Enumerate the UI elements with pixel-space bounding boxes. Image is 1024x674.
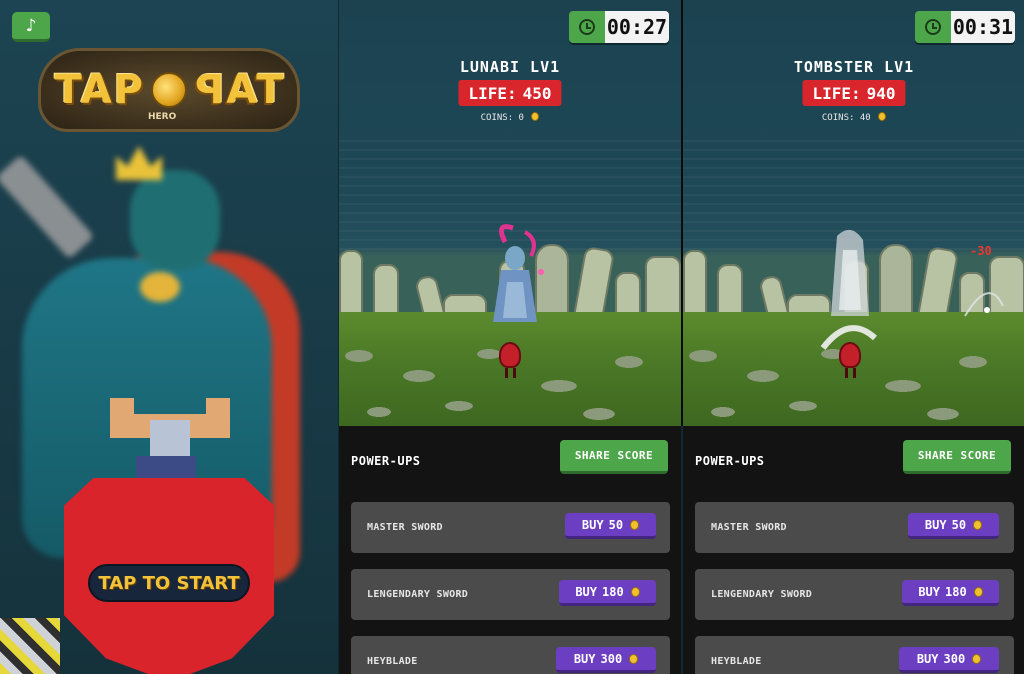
enemy-tombster[interactable]	[823, 226, 879, 326]
game-panel-tombster: -30 00:31 TOMBSTER LV1 LIFE: 940 COINS: …	[683, 0, 1024, 674]
buy-label: BUY	[916, 651, 939, 666]
coin-icon	[629, 653, 639, 664]
statue	[879, 244, 913, 320]
powerup-name: LENGENDARY SWORD	[367, 589, 469, 600]
coins-counter: COINS: 40	[683, 112, 1024, 123]
coin-icon	[531, 112, 540, 121]
logo-text-left: TAP	[54, 67, 145, 113]
countdown-timer: 00:27	[569, 11, 669, 43]
tombstone	[916, 245, 960, 323]
coin-icon	[972, 653, 982, 664]
music-toggle-button[interactable]: ♪	[12, 12, 50, 42]
price-value: 300	[600, 651, 623, 666]
powerup-item-lengendary-sword: LENGENDARY SWORD BUY 180	[351, 569, 670, 620]
powerup-item-master-sword: MASTER SWORD BUY 50	[351, 502, 670, 553]
share-score-button[interactable]: SHARE SCORE	[560, 440, 668, 474]
price-value: 50	[608, 517, 624, 532]
player-leg	[505, 368, 508, 378]
price-value: 180	[945, 584, 967, 599]
buy-master-sword-button[interactable]: BUY 50	[908, 513, 999, 539]
coin-icon	[878, 112, 887, 121]
coin-icon	[630, 519, 640, 530]
pixel-sword-guard	[110, 398, 230, 458]
buy-heyblade-button[interactable]: BUY 300	[899, 647, 999, 673]
buy-lengendary-sword-button[interactable]: BUY 180	[559, 580, 656, 606]
title-screen[interactable]: ♪ TAP TAP HERO TAP TO START	[0, 0, 338, 674]
buy-master-sword-button[interactable]: BUY 50	[565, 513, 656, 539]
powerups-title: POWER-UPS	[695, 454, 765, 468]
logo-text-right: TAP	[193, 67, 284, 113]
buy-label: BUY	[573, 651, 596, 666]
price-value: 180	[602, 584, 624, 599]
coins-value: 0	[518, 113, 524, 123]
share-score-button[interactable]: SHARE SCORE	[903, 440, 1011, 474]
player-character	[499, 342, 521, 368]
player-leg	[853, 368, 856, 378]
life-label: LIFE:	[468, 83, 517, 103]
coins-label: COINS:	[821, 113, 855, 123]
powerup-name: HEYBLADE	[711, 656, 762, 667]
buy-label: BUY	[581, 517, 604, 532]
life-badge: LIFE: 940	[802, 80, 906, 106]
countdown-timer: 00:31	[915, 11, 1015, 43]
powerup-item-heyblade: HEYBLADE BUY 300	[351, 636, 670, 674]
powerup-item-lengendary-sword: LENGENDARY SWORD BUY 180	[695, 569, 1014, 620]
buy-lengendary-sword-button[interactable]: BUY 180	[902, 580, 999, 606]
powerup-name: HEYBLADE	[367, 656, 418, 667]
crown-icon	[116, 146, 162, 180]
price-value: 50	[951, 517, 967, 532]
powerup-item-heyblade: HEYBLADE BUY 300	[695, 636, 1014, 674]
powerup-name: MASTER SWORD	[367, 522, 443, 533]
life-badge: LIFE: 450	[458, 80, 562, 106]
coins-label: COINS:	[480, 113, 514, 123]
powerup-name: MASTER SWORD	[711, 522, 787, 533]
hero-head	[130, 170, 220, 270]
enemy-name: TOMBSTER LV1	[793, 58, 915, 76]
powerup-name: LENGENDARY SWORD	[711, 589, 813, 600]
coin-icon	[973, 586, 983, 597]
enemy-lunabi[interactable]	[485, 222, 547, 332]
life-label: LIFE:	[812, 83, 861, 103]
logo-coin-icon	[151, 72, 187, 108]
coins-value: 40	[859, 113, 871, 123]
spark-effect	[964, 292, 1004, 317]
clock-icon	[569, 11, 605, 43]
music-note-icon: ♪	[25, 15, 37, 36]
timer-value: 00:31	[951, 11, 1015, 43]
coins-counter: COINS: 0	[339, 112, 681, 123]
life-value: 450	[522, 83, 552, 103]
timer-value: 00:27	[605, 11, 669, 43]
tap-to-start-button[interactable]: TAP TO START	[88, 564, 250, 602]
tombstone	[683, 250, 707, 320]
powerups-title: POWER-UPS	[351, 454, 421, 468]
tombstone	[339, 250, 363, 320]
life-value: 940	[866, 83, 896, 103]
hero-gem	[140, 272, 180, 302]
player-character	[839, 342, 861, 368]
powerup-item-master-sword: MASTER SWORD BUY 50	[695, 502, 1014, 553]
buy-label: BUY	[575, 584, 597, 599]
player-leg	[845, 368, 848, 378]
pixel-decoration	[0, 618, 60, 674]
tombstone	[645, 256, 681, 320]
buy-heyblade-button[interactable]: BUY 300	[556, 647, 656, 673]
sword-icon	[0, 154, 95, 260]
player-leg	[513, 368, 516, 378]
logo-subtitle: HERO	[148, 112, 177, 122]
coin-icon	[630, 586, 640, 597]
damage-number: -30	[970, 244, 992, 258]
coin-icon	[973, 519, 983, 530]
game-panel-lunabi: 00:27 LUNABI LV1 LIFE: 450 COINS: 0 POWE…	[339, 0, 681, 674]
price-value: 300	[943, 651, 966, 666]
buy-label: BUY	[924, 517, 947, 532]
clock-icon	[915, 11, 951, 43]
tombstone	[572, 245, 616, 323]
buy-label: BUY	[918, 584, 940, 599]
enemy-name: LUNABI LV1	[459, 58, 561, 76]
